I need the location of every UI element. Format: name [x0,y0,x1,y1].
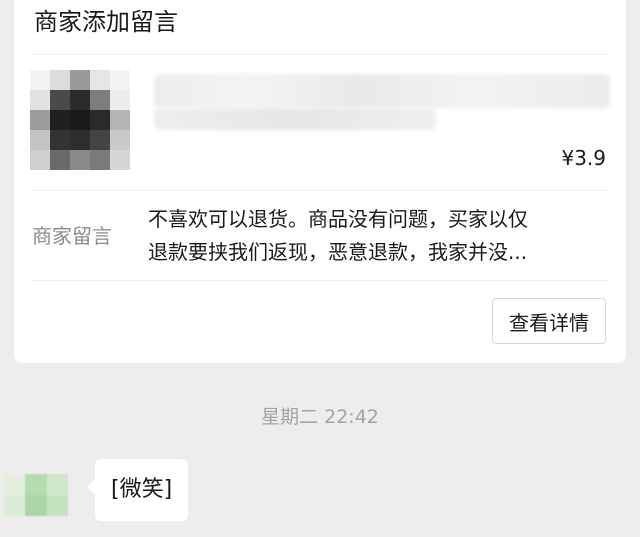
view-details-button[interactable]: 查看详情 [492,298,606,344]
divider [32,54,608,55]
blurred-product-subtitle [154,108,436,130]
product-price: ¥3.9 [561,146,606,170]
divider [32,280,608,281]
chat-timestamp: 星期二 22:42 [261,406,379,428]
merchant-message-label: 商家留言 [32,224,112,248]
chat-message-bubble[interactable]: [微笑] [86,459,189,521]
card-title: 商家添加留言 [34,8,178,36]
merchant-message-text: 不喜欢可以退货。商品没有问题，买家以仅 退款要挟我们返现，恶意退款，我家并没..… [148,203,606,269]
blurred-product-title [154,74,610,108]
merchant-message-card[interactable]: 商家添加留言 ¥3.9 商家留言 不喜欢可以退货。商品没有问题，买家以仅 退款要… [14,0,626,363]
message-line: 不喜欢可以退货。商品没有问题，买家以仅 [148,207,528,231]
chat-screen: 商家添加留言 ¥3.9 商家留言 不喜欢可以退货。商品没有问题，买家以仅 退款要… [0,0,640,537]
message-line: 退款要挟我们返现，恶意退款，我家并没... [148,240,528,264]
avatar[interactable] [4,474,68,516]
product-thumbnail[interactable] [30,70,130,170]
divider [32,190,608,191]
